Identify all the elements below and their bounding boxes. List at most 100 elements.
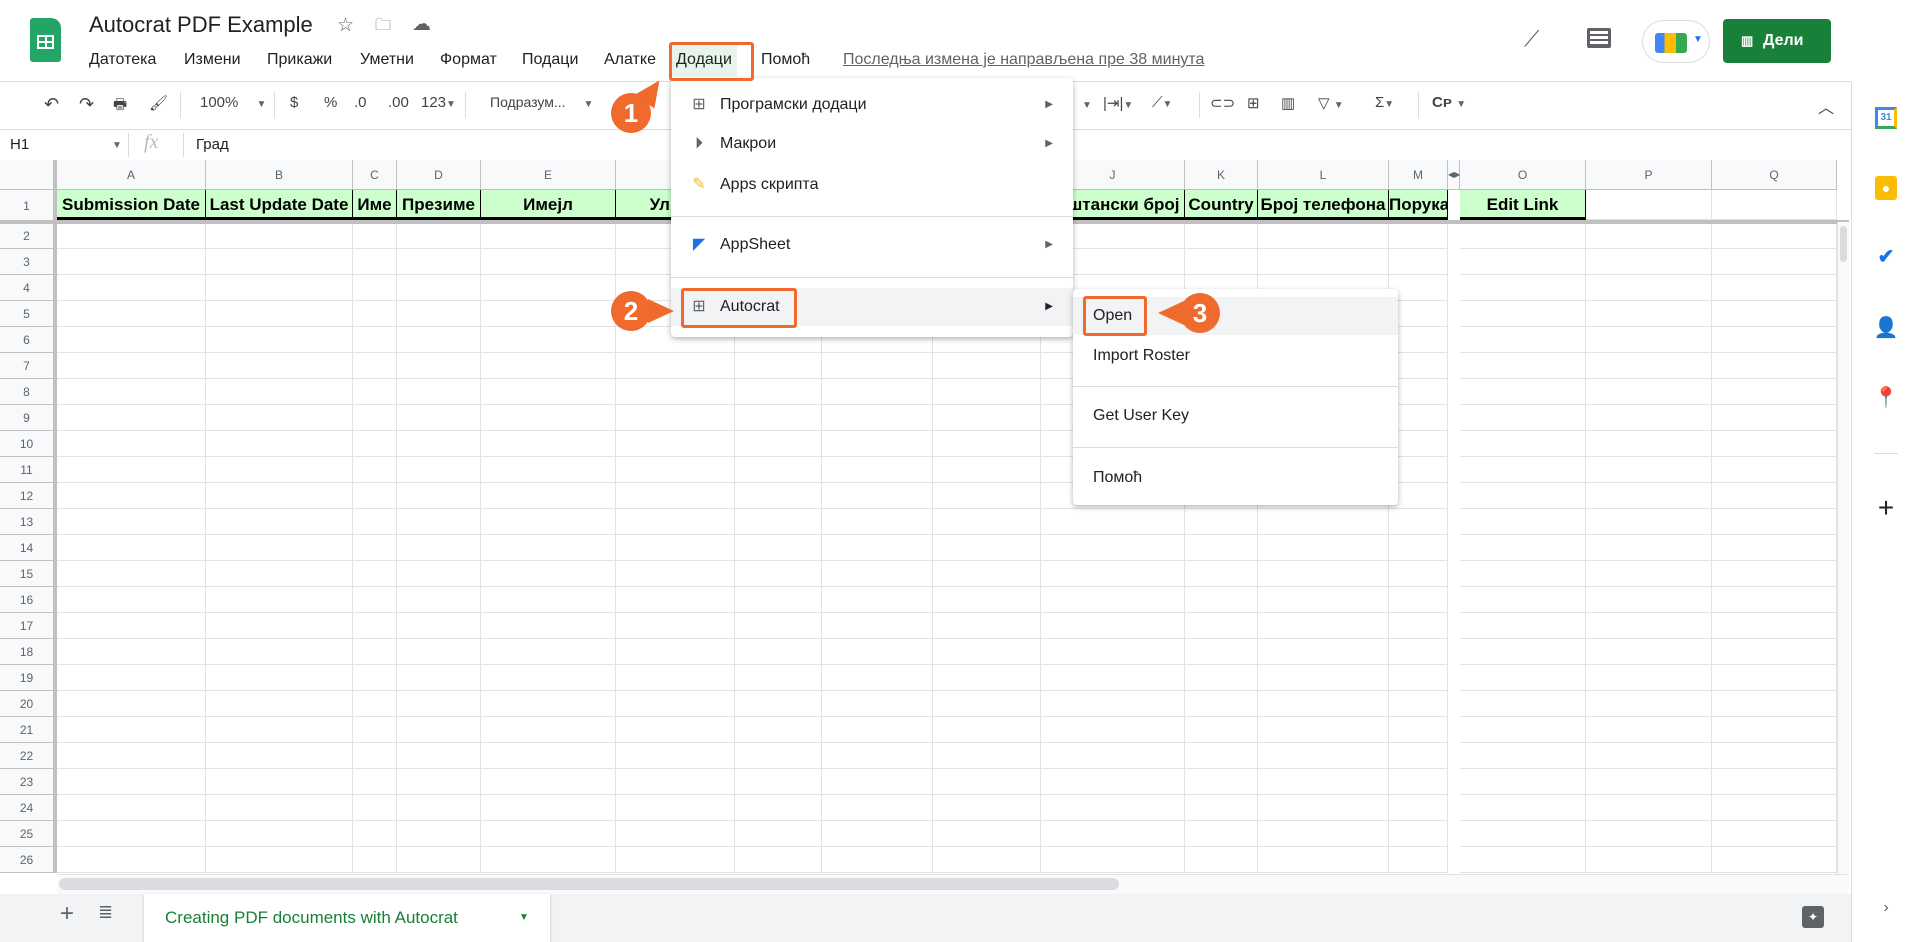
cell[interactable] bbox=[1712, 691, 1837, 717]
currency-button[interactable]: $ bbox=[290, 94, 298, 111]
cell[interactable] bbox=[1712, 327, 1837, 353]
cell[interactable] bbox=[1185, 717, 1258, 743]
cell[interactable] bbox=[206, 665, 353, 691]
cell[interactable] bbox=[206, 275, 353, 301]
cell[interactable] bbox=[481, 249, 616, 275]
cell[interactable] bbox=[1586, 613, 1712, 639]
cell[interactable] bbox=[933, 613, 1041, 639]
menu-tools[interactable]: Алатке bbox=[604, 51, 656, 69]
cell[interactable] bbox=[1185, 223, 1258, 249]
cell[interactable] bbox=[206, 457, 353, 483]
cell[interactable] bbox=[206, 613, 353, 639]
header-cell[interactable]: Submission Date bbox=[57, 190, 206, 220]
cell[interactable] bbox=[1712, 509, 1837, 535]
cell[interactable] bbox=[1258, 795, 1389, 821]
cell[interactable] bbox=[353, 691, 397, 717]
menu-data[interactable]: Подаци bbox=[522, 51, 578, 69]
cloud-saved-icon[interactable]: ☁ bbox=[412, 13, 431, 36]
cell[interactable] bbox=[206, 483, 353, 509]
header-cell[interactable]: Презиме bbox=[397, 190, 481, 220]
add-addon-icon[interactable]: + bbox=[1870, 492, 1902, 524]
cell[interactable] bbox=[1185, 587, 1258, 613]
cell[interactable] bbox=[616, 535, 735, 561]
cell[interactable] bbox=[1460, 691, 1586, 717]
cell[interactable] bbox=[735, 743, 822, 769]
cell[interactable] bbox=[1389, 587, 1448, 613]
cell[interactable] bbox=[1712, 613, 1837, 639]
cell[interactable] bbox=[735, 353, 822, 379]
cell[interactable] bbox=[822, 665, 933, 691]
row-header[interactable]: 12 bbox=[0, 483, 57, 509]
cell[interactable] bbox=[822, 743, 933, 769]
comment-icon[interactable] bbox=[1587, 28, 1611, 48]
cell[interactable] bbox=[353, 561, 397, 587]
menu-item-appsheet[interactable]: ◤ AppSheet ▶ bbox=[671, 226, 1073, 264]
menu-item-macros[interactable]: ⏵ Макрои ▶ bbox=[671, 125, 1073, 163]
menu-format[interactable]: Формат bbox=[440, 51, 497, 69]
cell[interactable] bbox=[57, 847, 206, 873]
document-title[interactable]: Autocrat PDF Example bbox=[89, 12, 313, 38]
cell[interactable] bbox=[57, 587, 206, 613]
cell-reference[interactable]: H1 bbox=[10, 136, 29, 153]
cell[interactable] bbox=[57, 639, 206, 665]
cell[interactable] bbox=[822, 639, 933, 665]
cell[interactable] bbox=[933, 431, 1041, 457]
cell[interactable] bbox=[57, 223, 206, 249]
select-all-corner[interactable] bbox=[0, 160, 57, 190]
cell[interactable] bbox=[481, 717, 616, 743]
cell[interactable] bbox=[481, 353, 616, 379]
calendar-icon[interactable]: 31 bbox=[1870, 102, 1902, 134]
link-icon[interactable]: ⊂⊃ bbox=[1210, 94, 1235, 112]
cell[interactable] bbox=[1389, 769, 1448, 795]
cell[interactable] bbox=[397, 483, 481, 509]
header-cell[interactable]: Edit Link bbox=[1460, 190, 1586, 220]
cell[interactable] bbox=[57, 665, 206, 691]
cell[interactable] bbox=[822, 405, 933, 431]
cell[interactable] bbox=[57, 743, 206, 769]
cell[interactable] bbox=[481, 457, 616, 483]
cell[interactable] bbox=[616, 509, 735, 535]
formula-input[interactable]: Град bbox=[196, 136, 229, 153]
cell[interactable] bbox=[933, 535, 1041, 561]
cell[interactable] bbox=[206, 691, 353, 717]
cell[interactable] bbox=[57, 301, 206, 327]
chevron-down-icon[interactable]: ▼ bbox=[1082, 100, 1092, 111]
cell[interactable] bbox=[822, 457, 933, 483]
cell[interactable] bbox=[1041, 691, 1185, 717]
cell[interactable] bbox=[1258, 249, 1389, 275]
row-header[interactable]: 22 bbox=[0, 743, 57, 769]
header-cell[interactable]: Имејл bbox=[481, 190, 616, 220]
chevron-right-icon[interactable]: › bbox=[1870, 892, 1902, 924]
cell[interactable] bbox=[1586, 353, 1712, 379]
all-sheets-icon[interactable]: ≣ bbox=[98, 902, 113, 923]
column-header-m[interactable]: M bbox=[1389, 160, 1448, 190]
cell[interactable] bbox=[1586, 847, 1712, 873]
cell[interactable] bbox=[735, 717, 822, 743]
cell[interactable] bbox=[397, 717, 481, 743]
cell[interactable] bbox=[933, 639, 1041, 665]
column-header-c[interactable]: C bbox=[353, 160, 397, 190]
move-folder-icon[interactable]: 🗀 bbox=[375, 14, 391, 41]
cell[interactable] bbox=[353, 457, 397, 483]
cell[interactable] bbox=[822, 535, 933, 561]
cell[interactable] bbox=[353, 249, 397, 275]
cell[interactable] bbox=[1389, 665, 1448, 691]
row-header[interactable]: 5 bbox=[0, 301, 57, 327]
cell[interactable] bbox=[57, 561, 206, 587]
cell[interactable] bbox=[353, 717, 397, 743]
menu-help[interactable]: Помоћ bbox=[761, 51, 810, 69]
filter-icon[interactable]: ▽ ▼ bbox=[1318, 94, 1344, 112]
number-format-select[interactable]: 123▼ bbox=[421, 94, 456, 111]
cell[interactable] bbox=[481, 301, 616, 327]
menu-item-addons[interactable]: ⊞ Програмски додаци ▶ bbox=[671, 86, 1073, 124]
cell[interactable] bbox=[616, 847, 735, 873]
cell[interactable] bbox=[1258, 535, 1389, 561]
cell[interactable] bbox=[206, 301, 353, 327]
row-header[interactable]: 25 bbox=[0, 821, 57, 847]
cell[interactable] bbox=[1041, 717, 1185, 743]
cell[interactable] bbox=[1460, 249, 1586, 275]
cell[interactable] bbox=[616, 431, 735, 457]
cell[interactable] bbox=[206, 587, 353, 613]
cell[interactable] bbox=[353, 353, 397, 379]
cell[interactable] bbox=[1712, 665, 1837, 691]
